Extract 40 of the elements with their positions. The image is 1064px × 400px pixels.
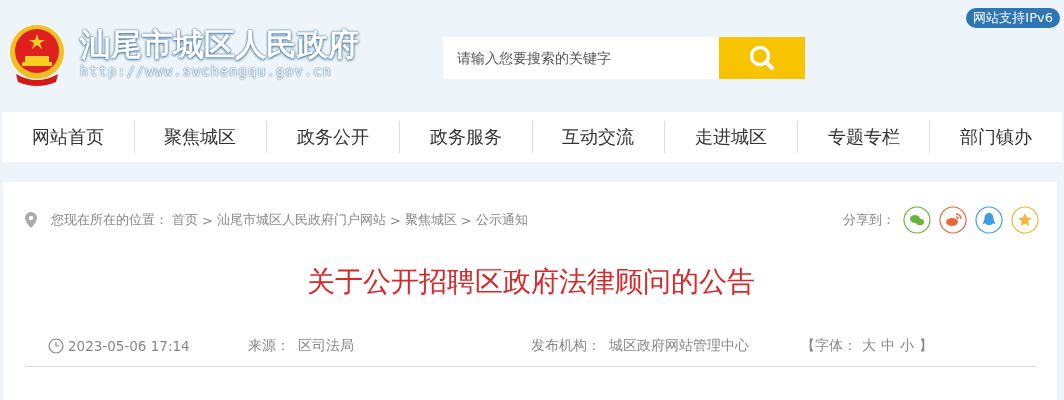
search-button[interactable] [719, 37, 805, 79]
breadcrumb-label: 您现在所在的位置： [51, 211, 168, 229]
favorite-share-icon[interactable] [1011, 206, 1039, 234]
site-url: http://www.swchengqu.gov.cn [80, 63, 333, 79]
search-icon [748, 44, 776, 72]
nav-item[interactable]: 聚焦城区 [134, 121, 268, 153]
source-label: 来源： [248, 337, 290, 355]
nav-item[interactable]: 网站首页 [2, 121, 135, 153]
location-pin-icon [25, 212, 37, 228]
font-size-link[interactable]: 中 [881, 337, 895, 355]
nav-item[interactable]: 政务公开 [267, 121, 400, 153]
publisher-label: 发布机构： [531, 337, 601, 355]
font-size-link[interactable]: 小 [900, 337, 914, 355]
weibo-share-icon[interactable] [939, 206, 967, 234]
breadcrumb-separator: > [460, 212, 472, 228]
share-label: 分享到： [843, 211, 895, 229]
ipv6-badge: 网站支持IPv6 [966, 8, 1060, 28]
font-size-link[interactable]: 大 [862, 337, 876, 355]
nav-item[interactable]: 走进城区 [665, 121, 798, 153]
source-value: 区司法局 [298, 337, 354, 355]
emblem-icon [8, 24, 66, 86]
publisher-value: 城区政府网站管理中心 [609, 337, 749, 355]
clock-icon [48, 338, 64, 354]
breadcrumb-link[interactable]: 汕尾市城区人民政府门户网站 [216, 211, 386, 229]
nav-item[interactable]: 专题专栏 [797, 121, 931, 153]
font-size-label: 【字体： [801, 337, 857, 355]
article-title: 关于公开招聘区政府法律顾问的公告 [306, 264, 756, 300]
nav-item[interactable]: 部门镇办 [930, 121, 1062, 153]
qq-share-icon[interactable] [975, 206, 1003, 234]
nav-item[interactable]: 互动交流 [532, 121, 666, 153]
breadcrumb-separator: > [202, 212, 213, 228]
font-size-bracket: 】 [919, 337, 933, 355]
publish-date: 2023-05-06 17:14 [68, 338, 190, 354]
breadcrumb-link[interactable]: 公示通知 [475, 211, 528, 229]
breadcrumb-separator: > [389, 212, 401, 228]
wechat-share-icon[interactable] [903, 206, 931, 234]
search-field[interactable]: 请输入您要搜索的关键字 [443, 37, 719, 79]
nav-item[interactable]: 政务服务 [399, 121, 533, 153]
breadcrumb-link[interactable]: 聚焦城区 [404, 211, 457, 229]
breadcrumb-link[interactable]: 首页 [172, 211, 198, 229]
